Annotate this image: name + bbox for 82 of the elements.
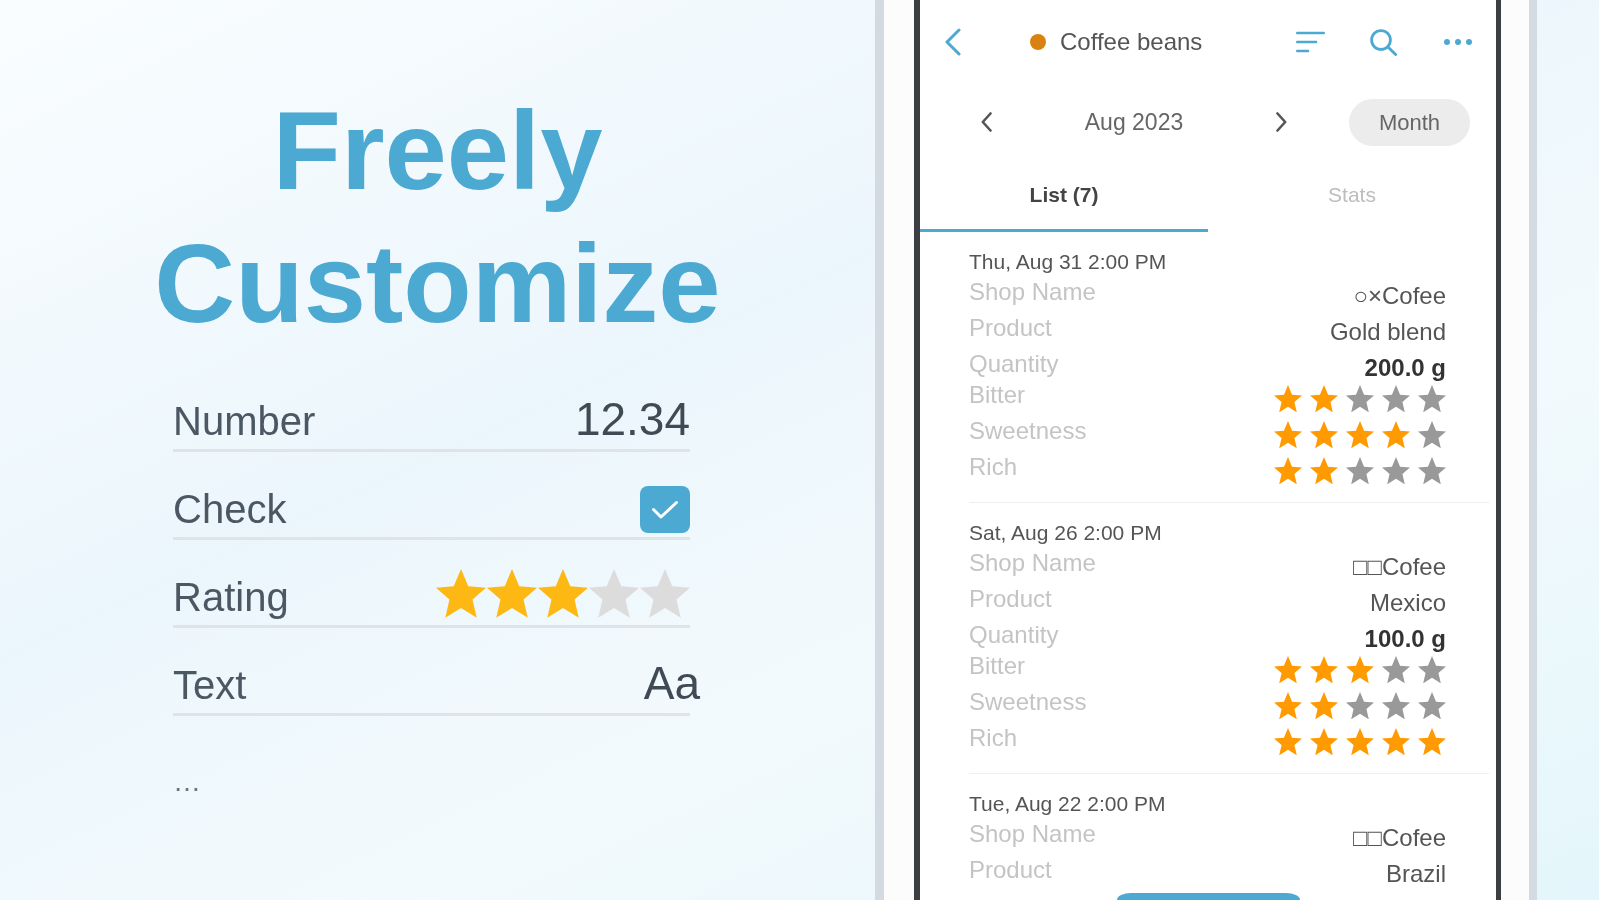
field-label: Sweetness bbox=[969, 689, 1087, 715]
field-label: Bitter bbox=[969, 382, 1025, 408]
field-value: Brazil bbox=[1386, 860, 1446, 888]
field-label: Check bbox=[173, 486, 287, 533]
star-icon bbox=[1346, 728, 1374, 756]
star-icon bbox=[1346, 692, 1374, 720]
chevron-left-icon[interactable] bbox=[981, 112, 992, 132]
star-icon bbox=[1310, 692, 1338, 720]
star-icon bbox=[1418, 728, 1446, 756]
chevron-right-icon[interactable] bbox=[1276, 112, 1287, 132]
star-icon bbox=[1274, 421, 1302, 449]
star-icon bbox=[1346, 385, 1374, 413]
star-icon bbox=[1418, 692, 1446, 720]
checkmark-icon bbox=[651, 499, 679, 520]
checkbox[interactable] bbox=[640, 486, 690, 533]
star-icon bbox=[1418, 385, 1446, 413]
field-value: □□Cofee bbox=[1352, 553, 1446, 581]
star-icon bbox=[1274, 728, 1302, 756]
field-label: Shop Name bbox=[969, 548, 1096, 578]
field-label: Quantity bbox=[969, 349, 1059, 379]
star-icon bbox=[1382, 385, 1410, 413]
star-icon bbox=[1418, 421, 1446, 449]
star-icon bbox=[1274, 692, 1302, 720]
field-label: Rating bbox=[173, 574, 289, 621]
star-icon bbox=[436, 569, 486, 618]
field-label: Number bbox=[173, 398, 316, 445]
star-icon bbox=[1274, 457, 1302, 485]
field-label: Product bbox=[969, 584, 1052, 614]
star-icon bbox=[1382, 421, 1410, 449]
period-label: Aug 2023 bbox=[1083, 107, 1185, 137]
star-icon bbox=[1418, 656, 1446, 684]
star-icon bbox=[1310, 421, 1338, 449]
star-icon bbox=[1346, 656, 1374, 684]
star-icon bbox=[1310, 728, 1338, 756]
field-value: □□Cofee bbox=[1352, 824, 1446, 852]
star-icon bbox=[487, 569, 537, 618]
star-icon bbox=[589, 569, 639, 618]
number-value: 12.34 bbox=[574, 393, 690, 445]
field-value: 100.0 g bbox=[1364, 625, 1446, 653]
field-label: Rich bbox=[969, 454, 1017, 480]
floating-button[interactable] bbox=[1117, 893, 1300, 900]
field-label: Text bbox=[173, 662, 247, 709]
star-icon bbox=[1274, 385, 1302, 413]
entry-date: Thu, Aug 31 2:00 PM bbox=[969, 250, 1168, 274]
star-icon bbox=[1346, 457, 1374, 485]
field-label: Product bbox=[969, 313, 1052, 343]
field-label: Bitter bbox=[969, 653, 1025, 679]
star-icon bbox=[1382, 457, 1410, 485]
search-icon[interactable] bbox=[1370, 28, 1397, 56]
star-icon bbox=[1382, 692, 1410, 720]
screen-title: Coffee beans bbox=[1060, 27, 1203, 57]
field-label: Shop Name bbox=[969, 277, 1096, 307]
headline: Freely Customize bbox=[153, 87, 722, 348]
field-label: Rich bbox=[969, 725, 1017, 751]
star-icon bbox=[1382, 656, 1410, 684]
field-value: Gold blend bbox=[1329, 318, 1446, 346]
star-icon bbox=[1382, 728, 1410, 756]
star-icon bbox=[1274, 656, 1302, 684]
back-icon[interactable] bbox=[945, 28, 961, 56]
star-icon bbox=[1310, 656, 1338, 684]
ellipsis-text: … bbox=[173, 767, 201, 797]
star-icon bbox=[640, 569, 690, 618]
tab[interactable]: List (7) bbox=[920, 160, 1208, 232]
field-label: Product bbox=[969, 855, 1052, 885]
field-value: 200.0 g bbox=[1364, 354, 1446, 382]
period-mode-button[interactable]: Month bbox=[1349, 98, 1470, 146]
entry-date: Sat, Aug 26 2:00 PM bbox=[969, 521, 1163, 545]
dot-icon bbox=[1030, 34, 1046, 50]
entry-date: Tue, Aug 22 2:00 PM bbox=[969, 792, 1167, 816]
field-value: Mexico bbox=[1369, 589, 1446, 617]
field-label: Sweetness bbox=[969, 418, 1087, 444]
star-icon bbox=[538, 569, 588, 618]
star-icon bbox=[1418, 457, 1446, 485]
star-icon bbox=[1310, 385, 1338, 413]
text-sample: Aa bbox=[643, 657, 700, 709]
field-value: ○×Cofee bbox=[1353, 282, 1446, 310]
field-label: Quantity bbox=[969, 620, 1059, 650]
star-icon bbox=[1346, 421, 1374, 449]
field-label: Shop Name bbox=[969, 819, 1096, 849]
more-icon[interactable] bbox=[1444, 39, 1472, 45]
sort-icon[interactable] bbox=[1296, 31, 1325, 53]
star-icon bbox=[1310, 457, 1338, 485]
